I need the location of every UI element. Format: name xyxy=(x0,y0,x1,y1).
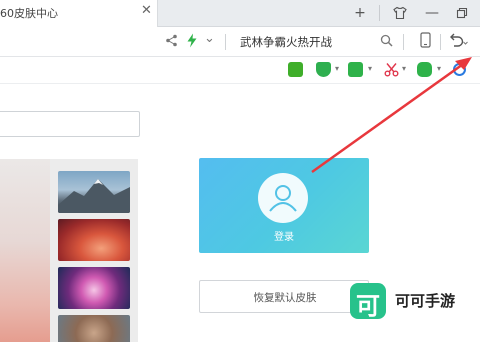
tab-title: 60皮肤中心 xyxy=(0,7,58,20)
lightning-icon[interactable] xyxy=(186,33,198,51)
watermark-logo: 可 xyxy=(350,283,386,320)
undo-icon[interactable] xyxy=(448,33,468,50)
address-toolbar: ⌄ 武林争霸火热开战 xyxy=(0,27,480,57)
chevron-down-icon[interactable]: ▾ xyxy=(402,64,406,73)
close-icon[interactable]: ✕ xyxy=(141,3,152,18)
tab-bar: 60皮肤中心 ✕ + — xyxy=(0,0,480,27)
ext-green-logo-icon[interactable] xyxy=(288,62,303,77)
divider xyxy=(440,34,441,50)
search-input[interactable] xyxy=(0,111,140,137)
watermark-logo-char: 可 xyxy=(356,292,380,320)
ext-blue-icon[interactable] xyxy=(452,62,467,77)
scissors-icon[interactable] xyxy=(384,62,399,77)
new-tab-button[interactable]: + xyxy=(346,3,374,23)
tshirt-icon[interactable] xyxy=(386,3,414,23)
divider xyxy=(225,34,226,50)
skin-thumbnail-flower[interactable] xyxy=(58,267,130,309)
extensions-bar: ▾ ▾ ▾ ▾ xyxy=(0,57,480,84)
chevron-down-icon[interactable]: ▾ xyxy=(368,64,372,73)
restore-default-skin-label: 恢复默认皮肤 xyxy=(253,292,317,304)
skin-thumbnail-dog[interactable] xyxy=(58,315,130,342)
minimize-button[interactable]: — xyxy=(418,3,446,23)
divider xyxy=(379,5,380,21)
share-icon[interactable] xyxy=(165,34,178,50)
login-card[interactable]: 登录 xyxy=(199,158,369,253)
watermark-text: 可可手游 xyxy=(395,292,456,310)
chevron-down-icon[interactable]: ⌄ xyxy=(204,31,215,46)
chevron-down-icon[interactable]: ▾ xyxy=(335,64,339,73)
chevron-down-icon[interactable]: ▾ xyxy=(437,64,441,73)
restore-icon[interactable] xyxy=(448,3,476,23)
translate-icon[interactable] xyxy=(348,62,363,77)
tab-skin-center[interactable]: 60皮肤中心 ✕ xyxy=(0,0,158,27)
avatar xyxy=(258,173,308,223)
search-suggestion[interactable]: 武林争霸火热开战 xyxy=(240,34,332,50)
skin-thumbnail-mountain[interactable] xyxy=(58,171,130,213)
skin-preview xyxy=(0,159,50,342)
search-icon[interactable] xyxy=(380,34,393,50)
divider xyxy=(403,34,404,50)
skin-thumbnail-canyon[interactable] xyxy=(58,219,130,261)
mobile-icon[interactable] xyxy=(420,32,431,51)
restore-default-skin-button[interactable]: 恢复默认皮肤 xyxy=(199,280,369,313)
shield-icon[interactable] xyxy=(316,62,331,77)
skin-thumbnail-list xyxy=(50,159,138,342)
game-icon[interactable] xyxy=(417,62,432,77)
login-label: 登录 xyxy=(274,232,294,243)
